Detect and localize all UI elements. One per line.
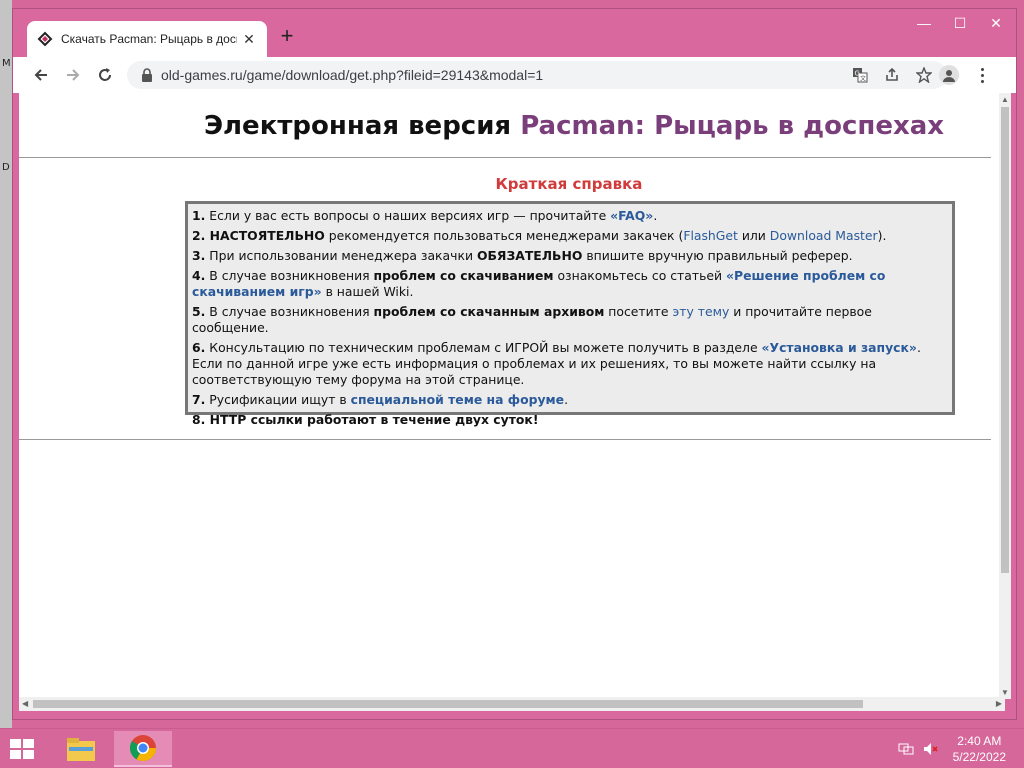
profile-avatar-icon[interactable]	[939, 65, 959, 85]
translate-icon[interactable]: G文	[851, 67, 869, 83]
list-item: 5. В случае возникновения проблем со ска…	[192, 304, 872, 335]
desktop-icon-label: M	[2, 58, 11, 69]
windows-logo-icon	[10, 739, 34, 759]
address-bar[interactable]: old-games.ru/game/download/get.php?filei…	[127, 61, 947, 89]
list-item: 8. HTTP ссылки работают в течение двух с…	[192, 412, 539, 427]
chrome-icon	[129, 735, 157, 762]
arrow-left-icon	[34, 69, 47, 81]
maximize-button[interactable]: ☐	[943, 13, 977, 33]
list-item: 3. При использовании менеджера закачки О…	[192, 248, 853, 263]
browser-window: Скачать Pacman: Рыцарь в доспехах ✕ + — …	[12, 8, 1017, 720]
address-url: old-games.ru/game/download/get.php?filei…	[161, 67, 544, 83]
lock-icon	[142, 68, 152, 82]
scroll-left-icon[interactable]: ◀	[22, 699, 28, 708]
divider	[19, 157, 991, 158]
list-item: 2. НАСТОЯТЕЛЬНО рекомендуется пользовать…	[192, 228, 887, 243]
clock[interactable]: 2:40 AM 5/22/2022	[953, 733, 1006, 765]
clock-time: 2:40 AM	[957, 734, 1002, 748]
divider	[19, 439, 991, 440]
page-title-prefix: Электронная версия	[203, 111, 521, 141]
scroll-down-icon[interactable]: ▼	[1001, 688, 1009, 697]
close-window-button[interactable]: ✕	[979, 13, 1013, 33]
browser-menu-icon[interactable]	[975, 63, 989, 87]
network-icon[interactable]	[898, 741, 914, 757]
list-item: 1. Если у вас есть вопросы о наших верси…	[192, 208, 658, 223]
list-item: 6. Консультацию по техническим проблемам…	[192, 340, 921, 387]
install-section-link[interactable]: «Установка и запуск»	[762, 340, 917, 355]
chrome-taskbar-button[interactable]	[114, 731, 172, 767]
download-master-link[interactable]: Download Master	[770, 228, 878, 243]
file-explorer-taskbar-button[interactable]	[52, 731, 110, 767]
tab-close-icon[interactable]: ✕	[241, 31, 257, 47]
help-box: 1. Если у вас есть вопросы о наших верси…	[185, 201, 955, 427]
list-item: 4. В случае возникновения проблем со ска…	[192, 268, 886, 299]
clock-date: 5/22/2022	[952, 750, 1006, 764]
vertical-scrollbar[interactable]: ▲ ▼	[999, 93, 1011, 699]
back-button[interactable]	[27, 61, 55, 89]
browser-toolbar: old-games.ru/game/download/get.php?filei…	[13, 57, 1016, 93]
title-bar: Скачать Pacman: Рыцарь в доспехах ✕ + — …	[13, 9, 1016, 57]
flashget-link[interactable]: FlashGet	[683, 228, 738, 243]
new-tab-button[interactable]: +	[275, 25, 299, 49]
faq-link[interactable]: «FAQ»	[610, 208, 653, 223]
bookmark-star-icon[interactable]	[915, 67, 933, 83]
vertical-scroll-thumb[interactable]	[1001, 107, 1009, 573]
folder-icon	[67, 738, 95, 761]
site-favicon-icon	[37, 31, 53, 47]
reload-icon	[99, 68, 111, 81]
page-title-game: Pacman: Рыцарь в доспехах	[520, 111, 945, 141]
minimize-button[interactable]: —	[907, 13, 941, 33]
desktop-edge: M D	[0, 0, 12, 728]
horizontal-scroll-thumb[interactable]	[33, 700, 863, 708]
forward-button[interactable]	[59, 61, 87, 89]
list-item: 7. Русификации ищут в специальной теме н…	[192, 392, 569, 407]
tab-active[interactable]: Скачать Pacman: Рыцарь в доспехах ✕	[27, 21, 267, 57]
reload-button[interactable]	[91, 61, 119, 89]
desktop-icon-label: D	[2, 162, 10, 173]
scroll-up-icon[interactable]: ▲	[1001, 95, 1009, 104]
horizontal-scrollbar[interactable]: ◀ ▶	[19, 697, 1005, 711]
page-title: Электронная версия Pacman: Рыцарь в досп…	[19, 111, 1005, 141]
svg-text:文: 文	[860, 75, 866, 83]
russification-topic-link[interactable]: специальной теме на форуме	[351, 392, 564, 407]
section-title: Краткая справка	[495, 175, 643, 193]
taskbar: 2:40 AM 5/22/2022	[0, 728, 1024, 768]
tab-title: Скачать Pacman: Рыцарь в доспехах	[61, 32, 237, 46]
share-icon[interactable]	[883, 67, 901, 83]
page-viewport: Электронная версия Pacman: Рыцарь в досп…	[19, 93, 1005, 711]
arrow-right-icon	[67, 69, 80, 81]
scroll-right-icon[interactable]: ▶	[996, 699, 1002, 708]
volume-muted-icon[interactable]	[922, 741, 938, 757]
archive-topic-link[interactable]: эту тему	[672, 304, 729, 319]
start-button[interactable]	[8, 737, 38, 763]
